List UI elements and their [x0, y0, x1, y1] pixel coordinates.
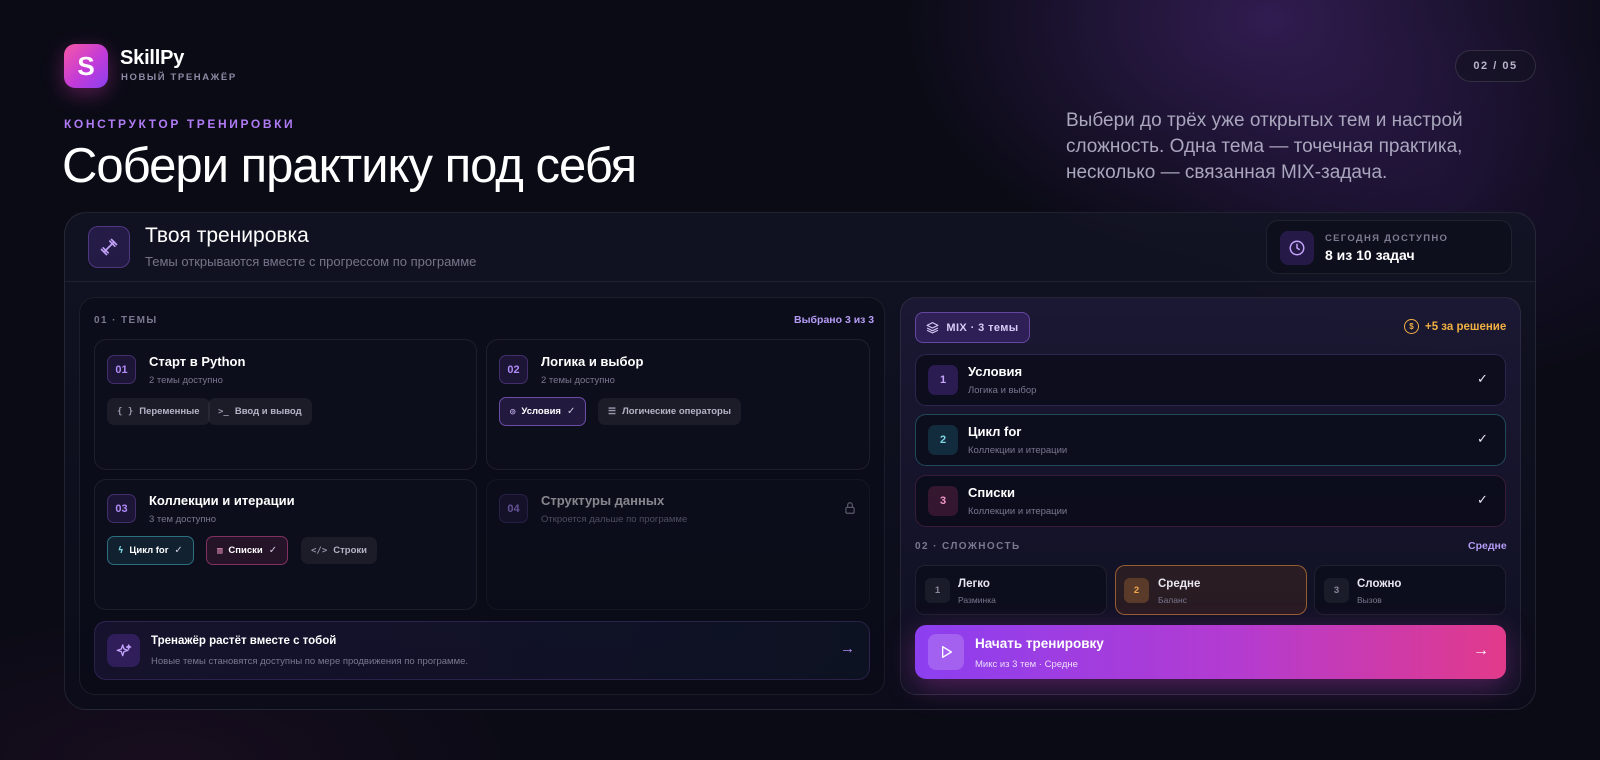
chip-label: Ввод и вывод	[234, 406, 302, 417]
difficulty-title: Легко	[958, 578, 990, 590]
chip-label: Условия	[521, 406, 561, 417]
coin-icon: $	[1404, 319, 1419, 334]
difficulty-number: 3	[1324, 578, 1349, 603]
check-icon: ✓	[174, 545, 183, 556]
mix-pill: MIX · 3 темы	[915, 312, 1030, 343]
topic-title: Структуры данных	[541, 493, 665, 508]
lock-icon	[843, 501, 857, 520]
row-number: 2	[928, 425, 958, 455]
hero-description: Выбери до трёх уже открытых тем и настро…	[1066, 110, 1463, 183]
grow-subtitle: Новые темы становятся доступны по мере п…	[151, 656, 469, 667]
braces-icon: { }	[117, 406, 134, 417]
dumbbell-icon	[88, 226, 130, 268]
bonus-label: $ +5 за решение	[1404, 319, 1506, 334]
start-button-label: Начать тренировку	[975, 636, 1104, 651]
brand-name: SkillPy	[120, 47, 185, 69]
selected-topic-row[interactable]	[915, 475, 1506, 527]
terminal-icon: >_	[218, 406, 229, 417]
chip-label: Строки	[333, 545, 367, 556]
row-title: Цикл for	[968, 424, 1022, 439]
target-icon: ◎	[510, 406, 516, 417]
arrow-right-icon: →	[840, 640, 855, 657]
difficulty-number: 1	[925, 578, 950, 603]
bonus-text: +5 за решение	[1425, 320, 1507, 333]
row-number: 1	[928, 365, 958, 395]
difficulty-number: 2	[1124, 578, 1149, 603]
topic-number: 01	[107, 355, 136, 384]
arrow-right-icon: →	[1473, 642, 1489, 659]
row-subtitle: Коллекции и итерации	[968, 506, 1068, 517]
row-title: Условия	[968, 364, 1023, 379]
brand-subtitle: НОВЫЙ ТРЕНАЖЁР	[121, 72, 237, 83]
chip-lists[interactable]: ▥ Списки ✓	[206, 536, 289, 565]
chip-conditions[interactable]: ◎ Условия ✓	[499, 397, 587, 426]
chip-input-output[interactable]: >_ Ввод и вывод	[208, 398, 312, 425]
today-label: СЕГОДНЯ ДОСТУПНО	[1325, 233, 1449, 244]
difficulty-section-label: 02 · СЛОЖНОСТЬ	[915, 541, 1021, 552]
chip-label: Цикл for	[129, 545, 169, 556]
selected-topic-row[interactable]	[915, 354, 1506, 406]
app-logo: S	[64, 44, 108, 88]
list-check-icon: ☰	[608, 406, 617, 417]
chip-label: Логические операторы	[622, 406, 731, 417]
logo-letter: S	[77, 50, 95, 81]
topic-number: 04	[499, 494, 528, 523]
row-subtitle: Коллекции и итерации	[968, 445, 1068, 456]
chip-label: Переменные	[139, 406, 200, 417]
divider	[65, 281, 1535, 282]
layers-icon	[926, 322, 939, 334]
step-indicator: 02 / 05	[1455, 50, 1536, 82]
start-training-button[interactable]	[915, 625, 1506, 679]
page-title: Собери практику под себя	[62, 139, 637, 193]
chip-for-loop[interactable]: ϟ Цикл for ✓	[107, 536, 194, 565]
mix-pill-label: MIX · 3 темы	[946, 321, 1019, 334]
row-number: 3	[928, 486, 958, 516]
topic-subtitle: 3 тем доступно	[149, 514, 217, 525]
check-icon: ✓	[268, 545, 278, 556]
topic-subtitle: Откроется дальше по программе	[541, 514, 688, 525]
difficulty-title: Сложно	[1357, 578, 1402, 590]
bolt-icon: ϟ	[118, 545, 124, 556]
workout-title: Твоя тренировка	[145, 224, 309, 247]
chip-variables[interactable]: { } Переменные	[107, 398, 210, 425]
chip-strings[interactable]: </> Строки	[301, 537, 377, 564]
difficulty-subtitle: Баланс	[1158, 595, 1187, 605]
topics-selected-count: Выбрано 3 из 3	[794, 314, 875, 326]
topic-number: 02	[499, 355, 528, 384]
topics-section-label: 01 · ТЕМЫ	[94, 315, 158, 326]
difficulty-subtitle: Разминка	[958, 595, 996, 605]
difficulty-subtitle: Вызов	[1357, 595, 1382, 605]
difficulty-current: Средне	[1468, 540, 1507, 552]
topic-title: Коллекции и итерации	[149, 493, 295, 508]
start-button-subtitle: Микс из 3 тем · Средне	[975, 659, 1078, 670]
check-icon: ✓	[566, 406, 576, 417]
library-icon: ▥	[217, 545, 223, 556]
topic-number: 03	[107, 494, 136, 523]
clock-icon	[1280, 231, 1314, 265]
difficulty-title: Средне	[1158, 578, 1201, 590]
code-icon: </>	[311, 545, 328, 556]
chip-logical-operators[interactable]: ☰ Логические операторы	[598, 398, 741, 425]
selected-topic-row[interactable]	[915, 414, 1506, 466]
chip-label: Списки	[228, 545, 263, 556]
row-subtitle: Логика и выбор	[968, 385, 1037, 396]
check-icon: ✓	[1477, 492, 1488, 507]
topic-title: Старт в Python	[149, 354, 246, 369]
topic-subtitle: 2 темы доступно	[541, 375, 615, 386]
topic-title: Логика и выбор	[541, 354, 644, 369]
hero-eyebrow: КОНСТРУКТОР ТРЕНИРОВКИ	[64, 117, 296, 131]
today-value: 8 из 10 задач	[1325, 247, 1415, 263]
check-icon: ✓	[1477, 371, 1488, 386]
topic-subtitle: 2 темы доступно	[149, 375, 223, 386]
check-icon: ✓	[1477, 431, 1488, 446]
workout-subtitle: Темы открываются вместе с прогрессом по …	[145, 254, 477, 269]
grow-title: Тренажёр растёт вместе с тобой	[151, 635, 337, 647]
play-icon	[928, 634, 964, 670]
sparkles-icon	[107, 634, 140, 667]
grow-banner[interactable]	[94, 621, 870, 680]
row-title: Списки	[968, 485, 1015, 500]
